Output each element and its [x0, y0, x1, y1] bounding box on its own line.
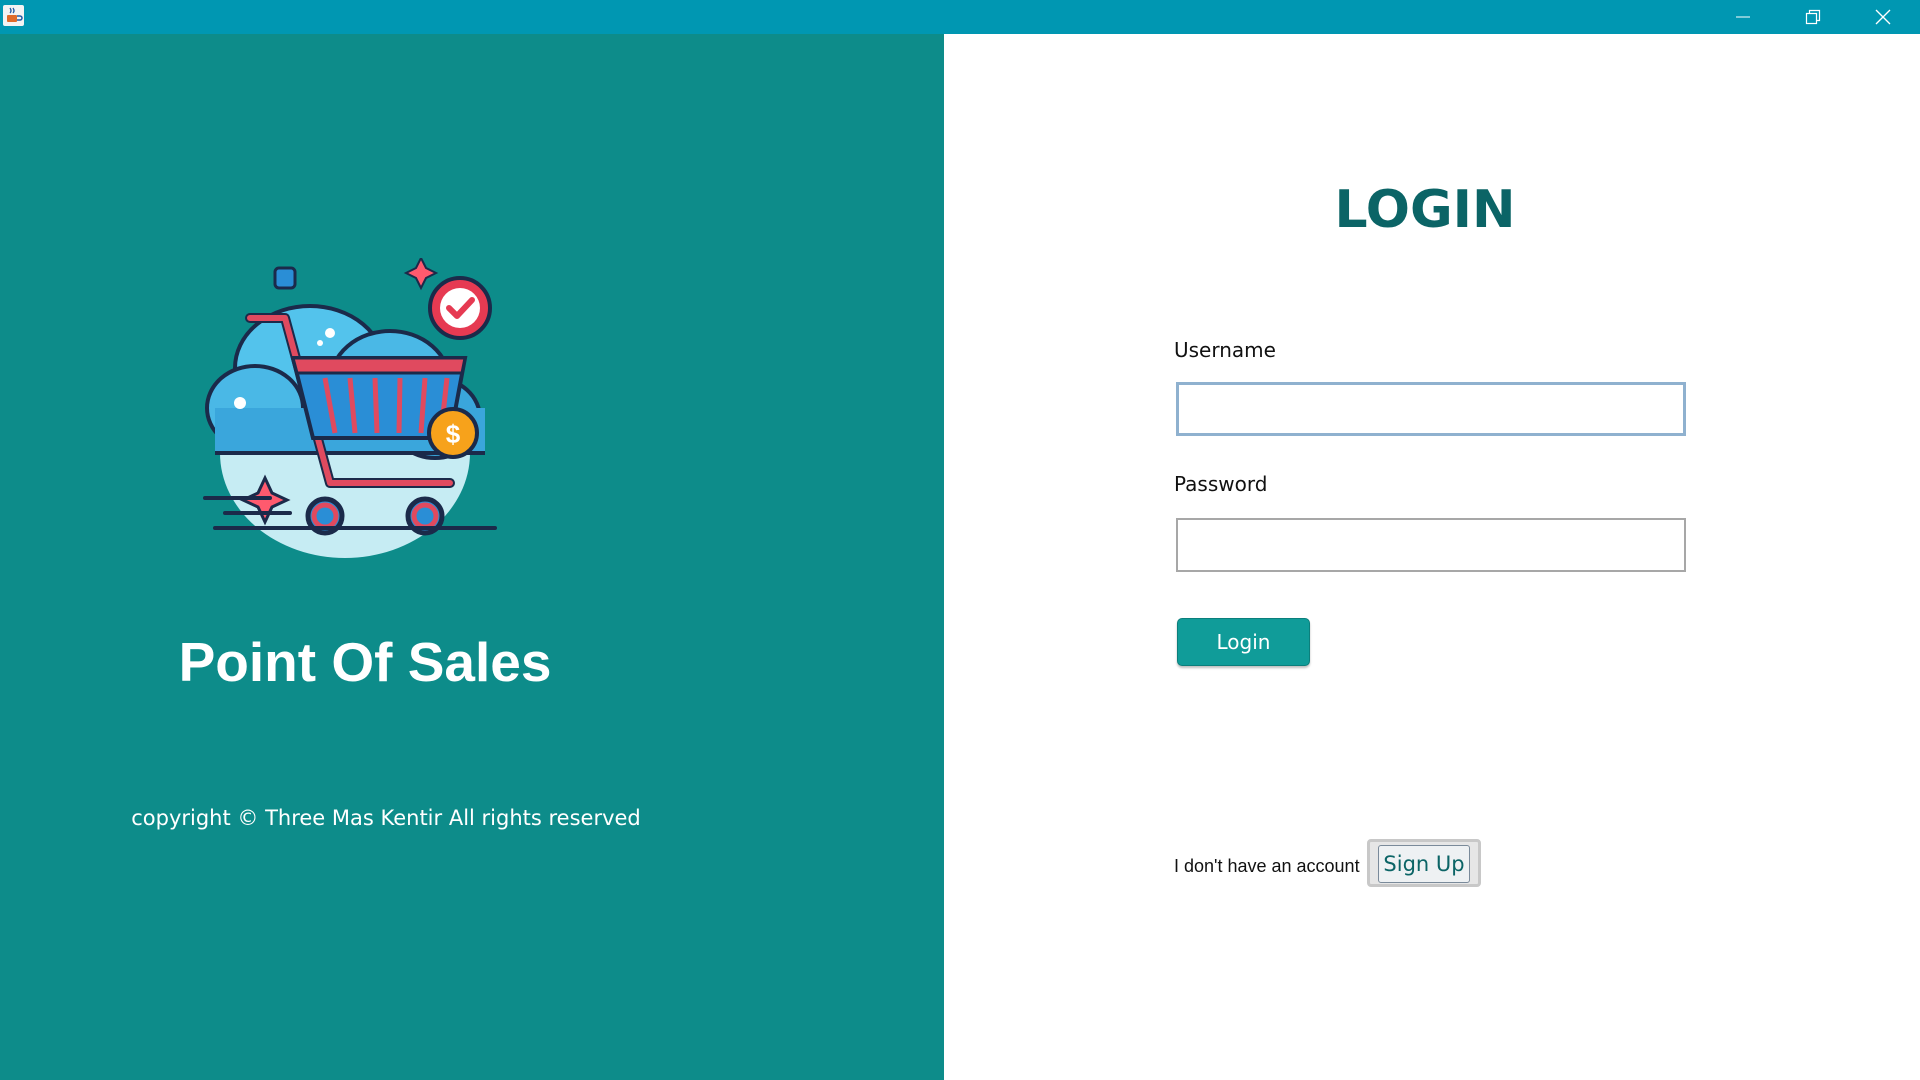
username-input[interactable]: [1176, 382, 1686, 436]
minimize-button[interactable]: [1708, 0, 1778, 34]
restore-icon: [1805, 9, 1821, 25]
shopping-cart-cloud-icon: $: [195, 255, 515, 598]
java-cup-icon: [3, 5, 24, 26]
copyright-text: copyright © Three Mas Kentir All rights …: [131, 806, 641, 830]
signup-button-label: Sign Up: [1378, 845, 1470, 883]
svg-text:$: $: [446, 419, 461, 449]
minimize-icon: [1736, 16, 1750, 18]
signup-button[interactable]: Sign Up: [1367, 839, 1481, 887]
login-heading: LOGIN: [1334, 180, 1516, 240]
restore-button[interactable]: [1778, 0, 1848, 34]
close-icon: [1875, 9, 1891, 25]
password-input[interactable]: [1176, 518, 1686, 572]
app-title: Point Of Sales: [178, 631, 552, 693]
no-account-text: I don't have an account: [1174, 856, 1360, 876]
login-button[interactable]: Login: [1177, 618, 1310, 666]
username-label: Username: [1174, 338, 1276, 362]
title-bar: [0, 0, 1920, 34]
close-button[interactable]: [1848, 0, 1918, 34]
password-label: Password: [1174, 472, 1268, 496]
